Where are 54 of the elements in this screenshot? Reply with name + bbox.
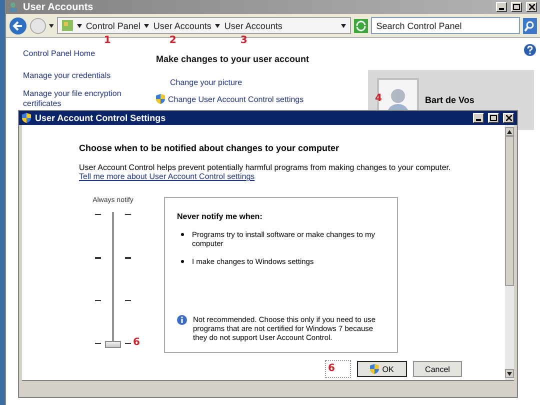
search-button[interactable] (523, 18, 537, 34)
dialog-title: User Account Control Settings (35, 113, 167, 123)
shield-icon (22, 113, 31, 123)
help-link[interactable]: Tell me more about User Account Control settings (79, 172, 255, 181)
annotation-number: 6 (133, 337, 140, 348)
description-text: User Account Control helps prevent potentially harmful programs from making changes to your computer. (79, 163, 452, 172)
info-icon (177, 315, 187, 325)
annotation-number: 3 (240, 34, 248, 46)
annotation-number: 4 (375, 93, 382, 104)
refresh-button[interactable] (354, 18, 368, 32)
breadcrumb-caret-icon (144, 24, 150, 28)
annotation-number: 6 (328, 363, 335, 374)
close-button[interactable] (526, 2, 537, 12)
section-heading: Make changes to your user account (156, 54, 310, 64)
scroll-up-button[interactable] (505, 127, 514, 136)
bullet-icon (181, 233, 184, 236)
scroll-down-button[interactable] (505, 369, 514, 378)
close-button[interactable] (503, 113, 514, 123)
close-icon (528, 4, 534, 10)
annotation-number: 2 (169, 34, 176, 46)
address-dropdown-icon (341, 24, 346, 28)
slider-thumb[interactable] (105, 341, 121, 348)
maximize-icon (513, 4, 520, 10)
sidebar-link[interactable]: Manage your file encryption certificates (23, 89, 143, 109)
scrollbar[interactable] (505, 125, 514, 380)
shield-icon (156, 94, 165, 104)
shield-icon (370, 364, 380, 374)
up-arrow-icon (507, 130, 512, 134)
minimize-button[interactable] (496, 2, 507, 12)
dialog-heading: Choose when to be notified about changes to your computer (79, 143, 340, 153)
annotation-number: 1 (104, 34, 111, 46)
help-icon[interactable] (524, 44, 536, 58)
maximize-icon (490, 115, 497, 121)
scroll-thumb[interactable] (505, 136, 514, 286)
history-caret-icon (49, 24, 54, 28)
maximize-button[interactable] (488, 113, 499, 123)
window-title: User Accounts (23, 2, 94, 12)
sidebar-link[interactable]: Control Panel Home (23, 49, 143, 59)
down-arrow-icon (507, 372, 512, 376)
users-icon (9, 2, 19, 12)
user-name: Bart de Vos (425, 95, 474, 105)
cancel-button[interactable]: Cancel (413, 361, 462, 377)
bullet-icon (181, 260, 184, 263)
ok-button[interactable]: OK (357, 361, 407, 377)
search-field[interactable]: Search Control Panel (371, 17, 520, 34)
close-icon (506, 115, 512, 121)
sidebar-link[interactable]: Manage your credentials (23, 71, 143, 81)
maximize-button[interactable] (511, 2, 522, 12)
task-link[interactable]: Change your picture (170, 78, 368, 87)
breadcrumb-caret-icon (215, 24, 220, 28)
panel-heading: Never notify me when: (177, 212, 264, 221)
breadcrumb-caret-icon (76, 24, 82, 28)
back-button[interactable] (9, 16, 27, 34)
minimize-button[interactable] (473, 113, 484, 123)
